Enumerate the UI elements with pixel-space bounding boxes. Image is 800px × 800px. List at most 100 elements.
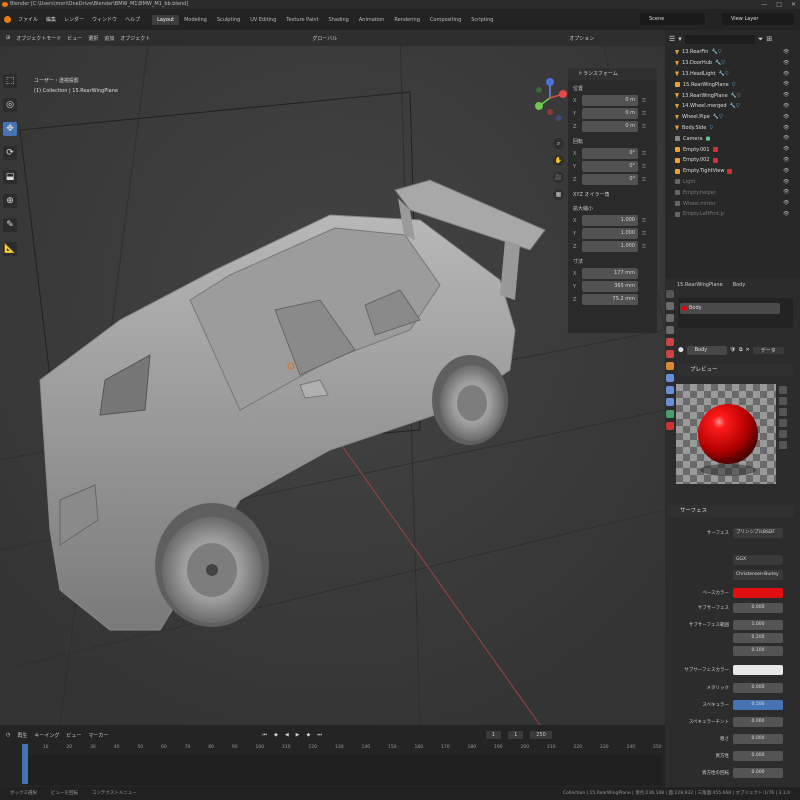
menu-marker[interactable]: マーカー	[88, 732, 108, 739]
lock-icon[interactable]: ⚿	[642, 164, 646, 170]
dimension-y-field[interactable]: 365 mm	[582, 281, 638, 292]
location-y-field[interactable]: 0 m	[582, 108, 638, 119]
unlink-icon[interactable]: ✕	[746, 347, 750, 353]
roughness-field[interactable]: 0.000	[733, 734, 783, 744]
scene-selector[interactable]: Scene	[640, 13, 705, 25]
menu-render[interactable]: レンダー	[60, 16, 88, 23]
specular-tint-field[interactable]: 0.000	[733, 717, 783, 727]
new-collection-icon[interactable]: ⊞	[766, 35, 772, 43]
outliner-item[interactable]: Body.Side ▽	[675, 123, 795, 134]
world-tab-icon[interactable]	[666, 350, 674, 358]
view-layer-selector[interactable]: View Layer	[722, 13, 794, 25]
grid-icon[interactable]: ▦	[553, 189, 564, 200]
modifier-tab-icon[interactable]	[666, 374, 674, 382]
modifier-icon[interactable]: 🔧▽	[713, 114, 723, 120]
subsurface-radius-z-field[interactable]: 0.100	[733, 646, 783, 656]
eye-icon[interactable]: 👁	[783, 133, 793, 144]
modifier-icon[interactable]: ▽	[732, 82, 736, 88]
tab-layout[interactable]: Layout	[152, 14, 180, 25]
menu-view[interactable]: ビュー	[66, 732, 81, 739]
menu-keying[interactable]: キーイング	[34, 732, 59, 739]
outliner-item[interactable]: Empty.001	[675, 144, 795, 155]
eye-icon[interactable]: 👁	[783, 177, 793, 188]
material-icon[interactable]	[727, 168, 733, 174]
end-frame-field[interactable]: 250	[530, 731, 552, 739]
tab-shading[interactable]: Shading	[324, 15, 354, 25]
play-reverse-icon[interactable]: ◀	[285, 732, 289, 738]
modifier-icon[interactable]: 🔧▽	[715, 60, 725, 66]
anisotropic-rotation-field[interactable]: 0.000	[733, 768, 783, 778]
outliner-editor-icon[interactable]: ☰	[669, 35, 675, 43]
lock-icon[interactable]: ⚿	[642, 98, 646, 104]
editor-type-icon[interactable]: ⊞	[6, 35, 10, 41]
outliner-item[interactable]: Wheel.mirror	[675, 198, 795, 209]
3d-viewport[interactable]	[0, 30, 665, 725]
rotation-mode-select[interactable]: XYZ オイラー角	[568, 186, 657, 200]
surface-shader-select[interactable]: プリンシプルBSDF	[733, 528, 783, 538]
modifier-icon[interactable]: ▽	[709, 125, 713, 131]
physics-tab-icon[interactable]	[666, 398, 674, 406]
menu-playback[interactable]: 再生	[17, 732, 27, 739]
outliner-item[interactable]: Light	[675, 177, 795, 188]
eye-icon[interactable]: 👁	[783, 58, 793, 69]
eye-icon[interactable]: 👁	[783, 47, 793, 58]
lock-icon[interactable]: ⚿	[642, 244, 646, 250]
menu-object[interactable]: オブジェクト	[120, 35, 150, 42]
eye-icon[interactable]: 👁	[783, 198, 793, 209]
rotation-x-field[interactable]: 0°	[582, 148, 638, 159]
rotation-y-field[interactable]: 0°	[582, 161, 638, 172]
move-icon[interactable]: ✥	[3, 122, 17, 136]
mode-selector[interactable]: オブジェクトモード	[16, 35, 61, 42]
dimension-z-field[interactable]: 75.2 mm	[582, 294, 638, 305]
modifier-icon[interactable]: 🔧▽	[730, 103, 740, 109]
preview-sphere-icon[interactable]	[779, 386, 787, 394]
outliner-item[interactable]: Empty.helper	[675, 187, 795, 198]
transform-panel-header[interactable]: トランスフォーム	[568, 68, 657, 80]
lock-icon[interactable]: ⚿	[642, 218, 646, 224]
output-tab-icon[interactable]	[666, 314, 674, 322]
duplicate-icon[interactable]: ⧉	[739, 347, 743, 353]
outliner-item[interactable]: 13.DoorHub 🔧▽	[675, 58, 795, 69]
prev-key-icon[interactable]: ◆	[274, 732, 278, 738]
rotation-z-field[interactable]: 0°	[582, 174, 638, 185]
specular-field[interactable]: 0.500	[733, 700, 783, 710]
cursor-icon[interactable]: ◎	[3, 98, 17, 112]
minimize-button[interactable]: —	[761, 0, 767, 9]
transform-orientation[interactable]: グローバル	[312, 35, 337, 42]
eye-icon[interactable]: 👁	[783, 144, 793, 155]
navigation-gizmo[interactable]	[533, 76, 567, 130]
scene-tab-icon[interactable]	[666, 338, 674, 346]
material-slot-item[interactable]: Body	[680, 303, 780, 314]
material-icon[interactable]	[712, 147, 718, 153]
preview-fluid-icon[interactable]	[779, 441, 787, 449]
tab-compositing[interactable]: Compositing	[425, 15, 466, 25]
current-frame-field[interactable]: 1	[485, 731, 502, 739]
select-box-icon[interactable]: ⬚	[3, 74, 17, 88]
modifier-icon[interactable]: 🔧▽	[731, 93, 741, 99]
subsurface-radius-y-field[interactable]: 0.200	[733, 633, 783, 643]
outliner-item[interactable]: 13.RearFin 🔧▽	[675, 47, 795, 58]
data-tab-icon[interactable]	[666, 410, 674, 418]
subsurface-color-swatch[interactable]	[733, 665, 783, 675]
tab-animation[interactable]: Animation	[354, 15, 390, 25]
preview-hair-icon[interactable]	[779, 408, 787, 416]
scale-icon[interactable]: ⬓	[3, 170, 17, 184]
location-x-field[interactable]: 0 m	[582, 95, 638, 106]
viewport-options[interactable]: オプション	[569, 35, 594, 42]
preview-cloth-icon[interactable]	[779, 430, 787, 438]
tab-modeling[interactable]: Modeling	[179, 15, 212, 25]
timeline-ruler[interactable]: 0 10 20 30 40 50 60 70 80 90 100 110 120…	[22, 745, 662, 755]
display-mode-icon[interactable]: ▾	[678, 35, 682, 43]
preview-panel-header[interactable]: プレビュー	[678, 364, 793, 376]
next-key-icon[interactable]: ◆	[307, 732, 311, 738]
material-name-field[interactable]: Body	[686, 345, 727, 355]
material-icon[interactable]	[712, 157, 718, 163]
tab-rendering[interactable]: Rendering	[389, 15, 425, 25]
scale-x-field[interactable]: 1.000	[582, 215, 638, 226]
menu-window[interactable]: ウィンドウ	[88, 16, 121, 23]
tab-texture-paint[interactable]: Texture Paint	[281, 15, 323, 25]
scale-z-field[interactable]: 1.000	[582, 241, 638, 252]
outliner-search-input[interactable]	[684, 34, 755, 44]
hand-icon[interactable]: ✋	[553, 155, 564, 166]
outliner-item[interactable]: 13.HeadLight 🔧▽	[675, 69, 795, 80]
